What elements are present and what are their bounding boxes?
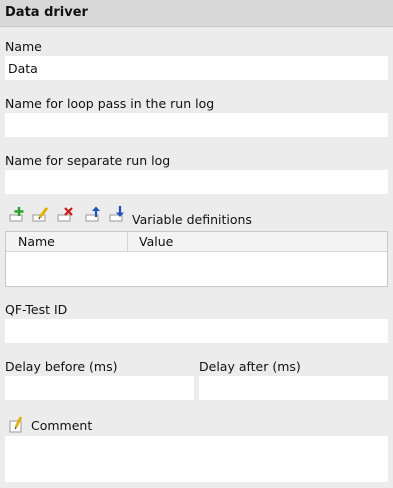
qftest-id-label: QF-Test ID bbox=[5, 302, 68, 317]
edit-icon bbox=[32, 207, 49, 222]
panel-header: Data driver bbox=[0, 0, 393, 27]
qftest-id-field[interactable] bbox=[5, 319, 388, 343]
add-row-button[interactable] bbox=[8, 205, 28, 223]
move-up-button[interactable] bbox=[84, 205, 104, 223]
move-down-button[interactable] bbox=[108, 205, 128, 223]
column-header-value[interactable]: Value bbox=[139, 234, 173, 249]
move-up-icon bbox=[85, 206, 100, 222]
delay-before-label: Delay before (ms) bbox=[5, 359, 118, 374]
separate-run-log-field[interactable] bbox=[5, 170, 388, 194]
column-divider[interactable] bbox=[127, 232, 128, 252]
comment-field[interactable] bbox=[5, 436, 388, 482]
name-label: Name bbox=[5, 39, 42, 54]
delay-before-field[interactable] bbox=[5, 376, 194, 400]
add-icon bbox=[9, 207, 24, 222]
comment-label: Comment bbox=[31, 418, 93, 433]
delete-row-button[interactable] bbox=[56, 205, 76, 223]
separate-run-log-label: Name for separate run log bbox=[5, 153, 171, 168]
loop-pass-name-label: Name for loop pass in the run log bbox=[5, 96, 215, 111]
panel-title: Data driver bbox=[5, 5, 88, 20]
name-field[interactable] bbox=[5, 56, 388, 80]
delete-icon bbox=[57, 207, 73, 222]
table-header: Name Value bbox=[6, 232, 387, 252]
edit-row-button[interactable] bbox=[31, 205, 51, 223]
variable-definitions-label: Variable definitions bbox=[132, 212, 252, 227]
variables-table[interactable]: Name Value bbox=[5, 231, 388, 287]
delay-after-field[interactable] bbox=[199, 376, 388, 400]
loop-pass-name-field[interactable] bbox=[5, 113, 388, 137]
move-down-icon bbox=[109, 206, 124, 222]
column-header-name[interactable]: Name bbox=[18, 234, 55, 249]
comment-edit-icon bbox=[9, 416, 23, 433]
delay-after-label: Delay after (ms) bbox=[199, 359, 301, 374]
